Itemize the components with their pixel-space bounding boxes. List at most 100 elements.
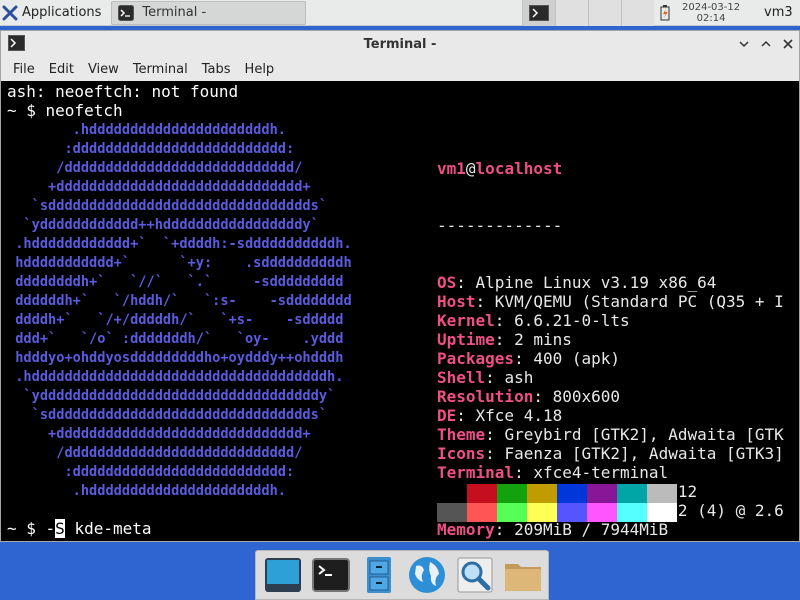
info-row: Terminal: xfce4-terminal xyxy=(437,463,784,482)
info-value: 6.6.21-0-lts xyxy=(514,311,630,330)
info-colon: : xyxy=(494,520,515,539)
menu-terminal[interactable]: Terminal xyxy=(126,62,195,77)
info-user: vm1 xyxy=(437,159,466,178)
info-colon: : xyxy=(533,387,553,406)
info-colon: : xyxy=(514,349,534,368)
folder-launcher[interactable] xyxy=(500,552,546,598)
info-row: Icons: Faenza [GTK2], Adwaita [GTK3] xyxy=(437,444,784,463)
show-desktop-button[interactable] xyxy=(260,552,306,598)
info-colon: : xyxy=(456,273,476,292)
logo-line: ddd+` `/o` :dddddddh/` `oy- .yddd xyxy=(7,331,344,347)
color-swatch xyxy=(437,503,467,522)
menu-view[interactable]: View xyxy=(81,62,126,77)
info-value: Faenza [GTK2], Adwaita [GTK3] xyxy=(504,444,784,463)
logo-line: hdddyo+ohddyosdddddddddho+oydddy++ohdddh xyxy=(7,350,344,366)
terminal-icon xyxy=(529,4,549,21)
info-value: 400 (apk) xyxy=(533,349,621,368)
logo-line: .hddddddddddddddddddddddddddddddddddddh. xyxy=(7,369,344,385)
info-value: 2 mins xyxy=(514,330,572,349)
prompt-suffix: kde-meta xyxy=(64,519,152,538)
xfce-logo-icon xyxy=(2,5,18,20)
prompt-prefix: ~ $ - xyxy=(7,519,56,538)
dock xyxy=(255,550,549,600)
terminal-output[interactable]: ash: neoeftch: not found ~ $ neofetch .h… xyxy=(1,81,799,541)
info-row: Uptime: 2 mins xyxy=(437,330,784,349)
info-separator: ------------- xyxy=(437,216,563,235)
info-colon: : xyxy=(514,463,534,482)
color-swatch xyxy=(647,503,677,522)
applications-menu-button[interactable]: Applications xyxy=(0,0,107,26)
color-swatch xyxy=(467,503,497,522)
clock[interactable]: 2024-03-12 02:14 xyxy=(654,2,764,24)
info-colon: : xyxy=(494,311,515,330)
web-browser-icon xyxy=(409,557,445,593)
terminal-prompt-line: ~ $ -S kde-meta xyxy=(7,519,152,538)
info-value: Greybird [GTK2], Adwaita [GTK xyxy=(504,425,784,444)
info-colon: : xyxy=(494,330,515,349)
logo-line: `ydddddddddddd++hdddddddddddddddddy` xyxy=(7,217,319,233)
color-swatch xyxy=(527,503,557,522)
color-swatch xyxy=(497,503,527,522)
info-row: Memory: 209MiB / 7944MiB xyxy=(437,520,784,539)
color-swatch xyxy=(557,484,587,503)
terminal-error-line: ash: neoeftch: not found xyxy=(7,82,239,101)
menu-file[interactable]: File xyxy=(6,62,42,77)
info-key: Shell xyxy=(437,368,486,387)
logo-line: .hddddddddddddddddddddddh. xyxy=(7,483,287,499)
close-icon[interactable] xyxy=(781,37,795,51)
logo-line: /dddddddddddddddddddddddddddd/ xyxy=(7,160,303,176)
maximize-icon[interactable] xyxy=(759,37,773,51)
info-value: xfce4-terminal xyxy=(533,463,669,482)
taskbar-terminal-label: Terminal - xyxy=(142,5,207,20)
menu-edit[interactable]: Edit xyxy=(42,62,81,77)
app-finder-launcher[interactable] xyxy=(452,552,498,598)
info-key: Icons xyxy=(437,444,486,463)
workspace-1[interactable] xyxy=(522,0,555,26)
info-key: Uptime xyxy=(437,330,495,349)
info-row: Shell: ash xyxy=(437,368,784,387)
minimize-icon[interactable] xyxy=(737,37,751,51)
logo-line: +dddddddddddddddddddddddddddddd+ xyxy=(7,179,311,195)
user-indicator[interactable]: vm3 xyxy=(764,5,800,20)
window-titlebar[interactable]: Terminal - xyxy=(1,31,799,57)
terminal-cursor: S xyxy=(55,519,65,538)
info-value: Xfce 4.18 xyxy=(475,406,563,425)
terminal-icon xyxy=(118,4,135,21)
logo-line: :dddddddddddddddddddddddddd: xyxy=(7,141,295,157)
color-swatch xyxy=(437,484,467,503)
info-value: ash xyxy=(504,368,534,387)
logo-line: .hdddddddddddd+` `+ddddh:-sdddddddddddh. xyxy=(7,236,352,252)
menu-tabs[interactable]: Tabs xyxy=(195,62,238,77)
logo-line: .hddddddddddddddddddddddh. xyxy=(7,122,287,138)
show-desktop-icon xyxy=(265,558,301,592)
workspace-2[interactable] xyxy=(555,0,588,26)
file-manager-icon xyxy=(367,557,391,593)
info-row: Packages: 400 (apk) xyxy=(437,349,784,368)
terminal-icon[interactable] xyxy=(8,35,25,51)
clock-date: 2024-03-12 xyxy=(682,1,741,13)
info-key: Host xyxy=(437,292,476,311)
info-row: Kernel: 6.6.21-0-lts xyxy=(437,311,784,330)
clock-time: 02:14 xyxy=(696,12,726,24)
web-browser-launcher[interactable] xyxy=(404,552,450,598)
workspace-switcher[interactable] xyxy=(522,0,654,26)
workspace-4[interactable] xyxy=(621,0,654,26)
workspace-3[interactable] xyxy=(588,0,621,26)
color-swatch xyxy=(587,503,617,522)
taskbar-terminal-button[interactable]: Terminal - xyxy=(111,0,307,25)
logo-line: `sdddddddddddddddddddddddddddddddds` xyxy=(7,198,328,214)
info-key: Packages xyxy=(437,349,515,368)
info-key: Resolution xyxy=(437,387,534,406)
logo-line: ddddddh+` `/hddh/` `:s- -sdddddddd xyxy=(7,293,352,309)
terminal-icon xyxy=(312,558,350,592)
file-manager-launcher[interactable] xyxy=(356,552,402,598)
color-swatch xyxy=(587,484,617,503)
info-row: OS: Alpine Linux v3.19 x86_64 xyxy=(437,273,784,292)
terminal-launcher[interactable] xyxy=(308,552,354,598)
window-title: Terminal - xyxy=(363,36,437,52)
info-value: Alpine Linux v3.19 x86_64 xyxy=(475,273,717,292)
terminal-window: Terminal - File Edit View Terminal Tabs … xyxy=(0,30,800,542)
color-swatch xyxy=(647,484,677,503)
info-colon: : xyxy=(485,425,505,444)
menu-help[interactable]: Help xyxy=(238,62,282,77)
